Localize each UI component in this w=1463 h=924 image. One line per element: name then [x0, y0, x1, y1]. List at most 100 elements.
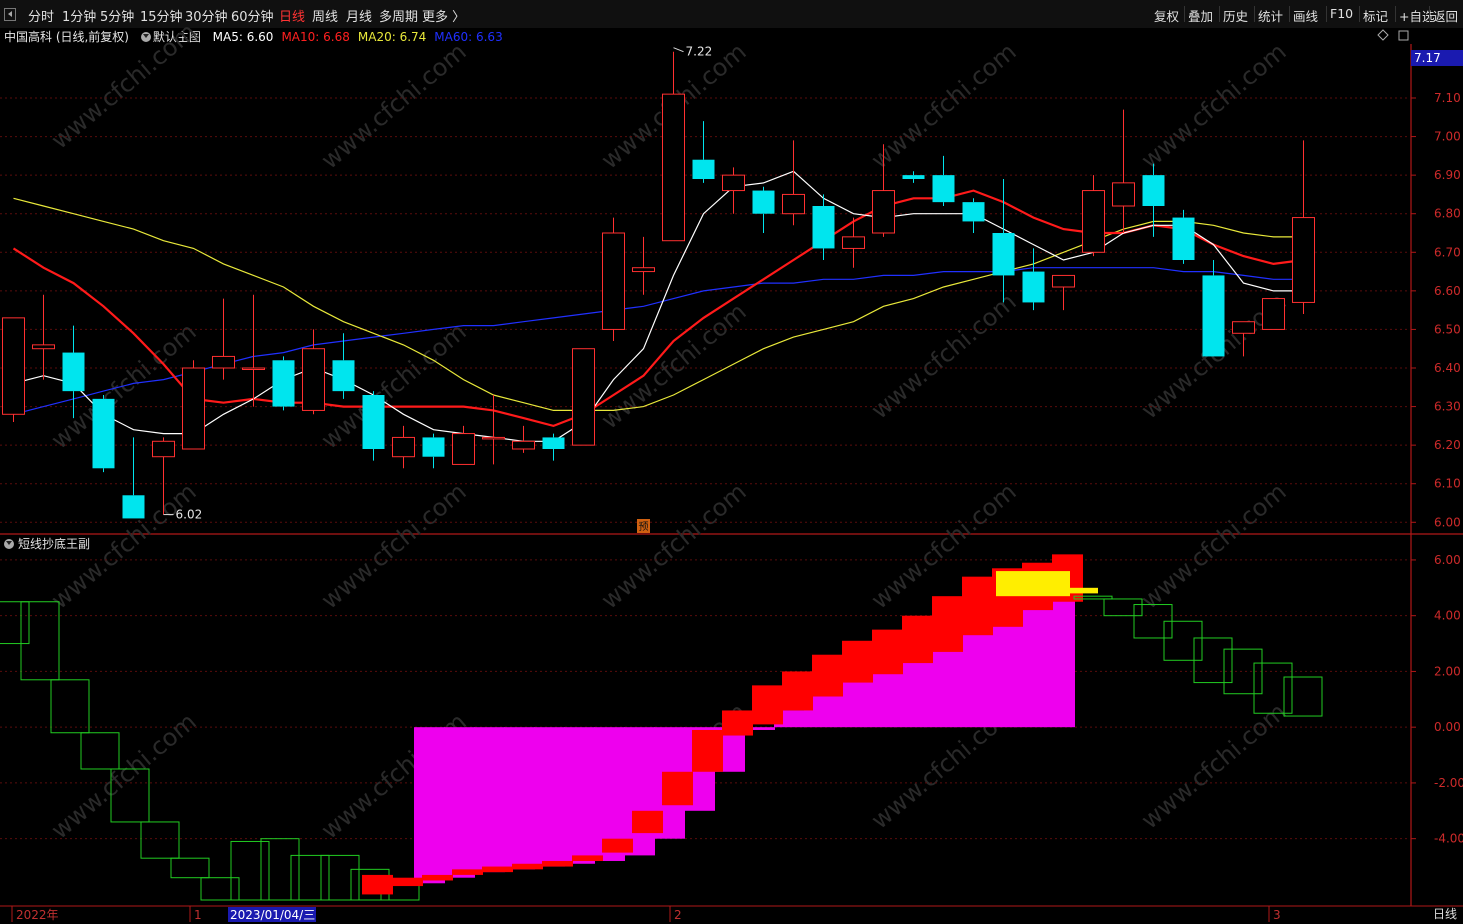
- toolbar-button-5[interactable]: F10: [1330, 6, 1353, 21]
- green-box-bar: [170, 857, 210, 879]
- candle-body: [1142, 175, 1165, 206]
- period-status-label: 日线: [1432, 907, 1457, 921]
- green-box-bar: [20, 601, 60, 681]
- low-price-annotation: 6.02: [176, 508, 203, 522]
- period-tab-3[interactable]: 15分钟: [140, 6, 183, 25]
- magenta-bar: [714, 727, 745, 772]
- period-tab-9[interactable]: 多周期: [379, 6, 418, 25]
- red-bar: [752, 685, 783, 725]
- sub-ytick-label: -2.00: [1434, 776, 1463, 790]
- magenta-bar: [444, 727, 475, 878]
- candle-body: [932, 175, 955, 203]
- magenta-bar: [954, 615, 985, 728]
- candle-body: [1112, 182, 1135, 207]
- red-bar: [602, 838, 633, 853]
- green-box-bar: [1073, 595, 1113, 600]
- green-box-bar: [1223, 648, 1263, 695]
- ma-label-3: MA60: 6.63: [434, 30, 503, 44]
- candle-body: [272, 360, 295, 407]
- red-bar: [722, 710, 753, 736]
- period-tab-7[interactable]: 周线: [312, 6, 338, 25]
- candle-body: [212, 355, 235, 369]
- red-bar: [782, 671, 813, 711]
- time-axis-label: 3: [1273, 908, 1281, 922]
- main-ytick-label: 6.40: [1434, 361, 1461, 375]
- high-pointer: [673, 47, 684, 53]
- red-bar: [962, 576, 993, 636]
- period-tab-4[interactable]: 30分钟: [185, 6, 228, 25]
- template-name[interactable]: 默认主图: [153, 30, 201, 44]
- candle-body: [452, 433, 475, 465]
- period-tab-6[interactable]: 日线: [279, 6, 305, 25]
- main-chart-info: 中国高科 (日线,前复权) 默认主图 MA5: 6.60 MA10: 6.68 MA…: [4, 28, 507, 44]
- main-ytick-label: 6.90: [1434, 168, 1461, 182]
- toolbar-button-3[interactable]: 统计: [1258, 6, 1283, 25]
- red-bar: [812, 654, 843, 697]
- watermark-text: www.cfchi.com: [866, 287, 1022, 424]
- watermark-text: www.cfchi.com: [316, 477, 472, 614]
- diamond-icon: [1377, 29, 1389, 41]
- green-box-bar: [1253, 662, 1293, 714]
- toolbar-button-1[interactable]: 叠加: [1188, 6, 1213, 25]
- candle-body: [302, 348, 325, 411]
- candle-body: [242, 367, 265, 370]
- candle-body: [1052, 274, 1075, 288]
- red-bar: [482, 866, 513, 873]
- toolbar-separator: [1429, 6, 1430, 22]
- period-tab-10[interactable]: 更多 〉: [422, 6, 465, 25]
- period-tab-0[interactable]: 分时: [28, 6, 54, 25]
- watermark-text: www.cfchi.com: [1136, 697, 1292, 834]
- main-ytick-label: 7.00: [1434, 130, 1461, 144]
- watermark-text: www.cfchi.com: [46, 707, 202, 844]
- toolbar-button-8[interactable]: 返回: [1433, 6, 1458, 25]
- red-bar: [542, 860, 573, 867]
- watermark-text: www.cfchi.com: [1136, 37, 1292, 174]
- red-bar: [902, 615, 933, 664]
- candle-body: [422, 437, 445, 457]
- template-dropdown-icon[interactable]: [140, 32, 151, 42]
- green-box-bar: [1163, 620, 1203, 661]
- main-ytick-label: 6.50: [1434, 322, 1461, 336]
- yellow-bar: [996, 571, 1070, 597]
- green-box-bar: [80, 732, 120, 770]
- magenta-bar: [654, 727, 685, 839]
- high-price-annotation: 7.22: [686, 45, 713, 59]
- candle-body: [572, 348, 595, 446]
- magenta-bar: [624, 727, 655, 856]
- watermark-text: www.cfchi.com: [46, 317, 202, 454]
- yellow-bar: [1070, 587, 1098, 594]
- toolbar-separator: [1219, 6, 1220, 22]
- sub-chart-title: 短线抄底王副: [4, 535, 90, 552]
- toolbar-button-2[interactable]: 历史: [1223, 6, 1248, 25]
- indicator-name[interactable]: 短线抄底王副: [18, 537, 90, 551]
- period-tab-2[interactable]: 5分钟: [100, 6, 134, 25]
- green-box-bar: [230, 840, 270, 901]
- green-box-bar: [50, 679, 90, 734]
- period-tab-8[interactable]: 月线: [346, 6, 372, 25]
- period-tab-5[interactable]: 60分钟: [231, 6, 274, 25]
- candle-body: [872, 190, 895, 234]
- watermark-text: www.cfchi.com: [866, 697, 1022, 834]
- magenta-bar: [864, 654, 895, 728]
- toolbar-button-0[interactable]: 复权: [1154, 6, 1179, 25]
- back-arrow-icon[interactable]: [4, 8, 16, 21]
- ma-label-1: MA10: 6.68: [281, 30, 350, 44]
- candle-body: [2, 317, 25, 415]
- toolbar-button-4[interactable]: 画线: [1293, 6, 1318, 25]
- ma10-line: [12, 189, 1304, 428]
- indicator-dropdown-icon[interactable]: [4, 539, 14, 549]
- candle-body: [332, 360, 355, 392]
- toolbar-separator: [1359, 6, 1360, 22]
- candle-body: [1082, 190, 1105, 253]
- red-bar: [662, 771, 693, 806]
- forecast-marker-box: [637, 519, 650, 533]
- green-box-bar: [110, 768, 150, 823]
- period-tab-1[interactable]: 1分钟: [62, 6, 96, 25]
- candle-body: [692, 159, 715, 179]
- current-price-label: 7.17: [1414, 51, 1441, 65]
- red-bar: [362, 874, 393, 895]
- watermark-text: www.cfchi.com: [596, 477, 752, 614]
- toolbar-button-6[interactable]: 标记: [1363, 6, 1388, 25]
- main-ytick-label: 6.70: [1434, 245, 1461, 259]
- time-axis-label: 2: [674, 908, 682, 922]
